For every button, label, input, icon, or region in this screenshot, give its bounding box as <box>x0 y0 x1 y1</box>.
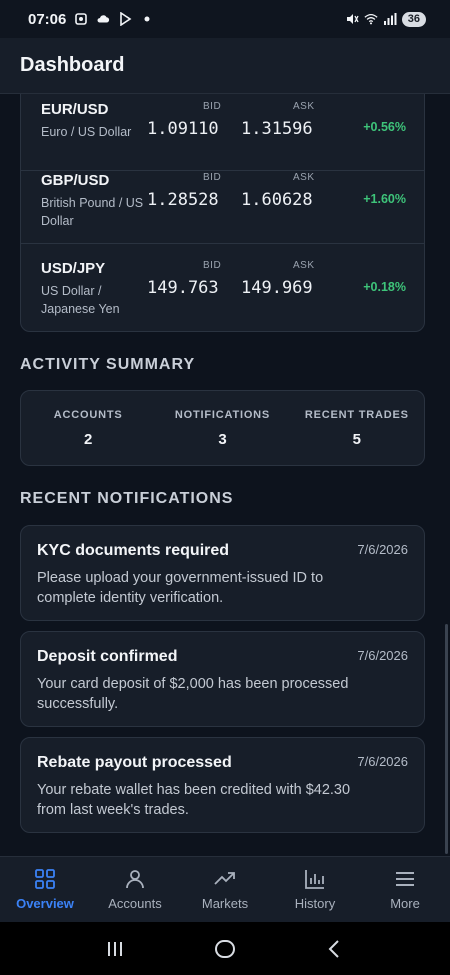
bid-label: BID <box>203 260 222 271</box>
ask-price: 1.31596 <box>241 119 313 139</box>
ask-price: 1.60628 <box>241 190 313 210</box>
pair-description: US Dollar / Japanese Yen <box>41 284 120 316</box>
home-icon[interactable] <box>213 937 237 961</box>
recent-apps-icon[interactable] <box>103 937 127 961</box>
pair-description: Euro / US Dollar <box>41 125 132 139</box>
rates-card: EUR/USD Euro / US Dollar BID ASK 1.09110… <box>20 94 425 332</box>
bid-price: 1.28528 <box>147 190 219 210</box>
screen-record-icon <box>75 13 88 25</box>
nav-label: History <box>294 896 336 911</box>
bid-label: BID <box>203 101 222 112</box>
menu-icon <box>396 872 414 886</box>
summary-value: 5 <box>352 431 361 448</box>
notification-title: Deposit confirmed <box>37 648 178 665</box>
pair-symbol: EUR/USD <box>41 101 109 118</box>
notification-body: Please upload your government-issued ID … <box>37 570 324 606</box>
person-icon <box>126 870 144 889</box>
page-title: Dashboard <box>20 54 125 76</box>
notification-card[interactable]: KYC documents required 7/6/2026 Please u… <box>20 525 425 621</box>
bid-price: 149.763 <box>147 278 219 298</box>
ask-label: ASK <box>293 260 315 271</box>
signal-icon <box>383 13 397 25</box>
bar-chart-icon <box>305 870 324 889</box>
ask-label: ASK <box>293 101 315 112</box>
scrollbar-thumb[interactable] <box>445 624 448 854</box>
summary-accounts[interactable]: ACCOUNTS 2 <box>21 391 155 465</box>
notification-title: KYC documents required <box>37 542 230 559</box>
change-percent: +1.60% <box>363 192 406 206</box>
summary-recent-trades[interactable]: RECENT TRADES 5 <box>290 391 424 465</box>
nav-more[interactable]: More <box>360 857 450 922</box>
pair-description: British Pound / US Dollar <box>41 196 144 228</box>
ask-label: ASK <box>293 172 315 183</box>
nav-label: Markets <box>201 896 249 911</box>
nav-label: Overview <box>16 896 74 911</box>
summary-value: 3 <box>218 431 227 448</box>
back-icon[interactable] <box>323 937 347 961</box>
recent-notifications-title: RECENT NOTIFICATIONS <box>20 490 234 507</box>
ask-price: 149.969 <box>241 278 313 298</box>
summary-label: NOTIFICATIONS <box>174 409 271 421</box>
dashboard-content[interactable]: EUR/USD Euro / US Dollar BID ASK 1.09110… <box>0 94 450 856</box>
trending-icon <box>214 872 235 885</box>
play-store-icon <box>120 12 132 26</box>
status-time: 07:06 <box>28 10 67 28</box>
summary-notifications[interactable]: NOTIFICATIONS 3 <box>155 391 289 465</box>
change-percent: +0.56% <box>363 120 406 134</box>
notification-date: 7/6/2026 <box>357 754 408 769</box>
summary-label: RECENT TRADES <box>304 409 409 421</box>
grid-icon <box>35 869 55 889</box>
notification-body: Your rebate wallet has been credited wit… <box>37 782 351 818</box>
change-percent: +0.18% <box>363 280 406 294</box>
battery-indicator: 36 <box>401 11 426 27</box>
summary-label: ACCOUNTS <box>53 409 123 421</box>
bid-price: 1.09110 <box>147 119 219 139</box>
nav-label: More <box>390 896 420 911</box>
activity-summary-card: ACCOUNTS 2 NOTIFICATIONS 3 RECENT TRADES… <box>20 390 425 466</box>
nav-label: Accounts <box>108 896 162 911</box>
summary-value: 2 <box>83 431 93 448</box>
nav-overview[interactable]: Overview <box>0 857 90 922</box>
nav-markets[interactable]: Markets <box>180 857 270 922</box>
notification-title: Rebate payout processed <box>37 754 232 771</box>
status-bar: 07:06 36 <box>0 0 450 38</box>
notification-date: 7/6/2026 <box>357 648 408 663</box>
app-header: Dashboard <box>0 38 450 94</box>
system-nav-bar <box>0 922 450 975</box>
bottom-nav: Overview Accounts Markets History More <box>0 856 450 922</box>
notification-body: Your card deposit of $2,000 has been pro… <box>37 676 349 712</box>
notification-card[interactable]: Deposit confirmed 7/6/2026 Your card dep… <box>20 631 425 727</box>
bid-label: BID <box>203 172 222 183</box>
mute-icon <box>346 14 359 24</box>
cloud-icon <box>97 15 110 23</box>
notification-card[interactable]: Rebate payout processed 7/6/2026 Your re… <box>20 737 425 833</box>
notification-date: 7/6/2026 <box>357 542 408 557</box>
rate-row-gbpusd[interactable]: GBP/USD British Pound / US Dollar BID AS… <box>21 156 424 244</box>
pair-symbol: GBP/USD <box>41 172 110 189</box>
dot-icon <box>144 16 150 22</box>
pair-symbol: USD/JPY <box>41 260 106 277</box>
activity-summary-title: ACTIVITY SUMMARY <box>20 356 196 373</box>
wifi-icon <box>364 13 378 25</box>
nav-history[interactable]: History <box>270 857 360 922</box>
rate-row-usdjpy[interactable]: USD/JPY US Dollar / Japanese Yen BID ASK… <box>21 244 424 331</box>
nav-accounts[interactable]: Accounts <box>90 857 180 922</box>
